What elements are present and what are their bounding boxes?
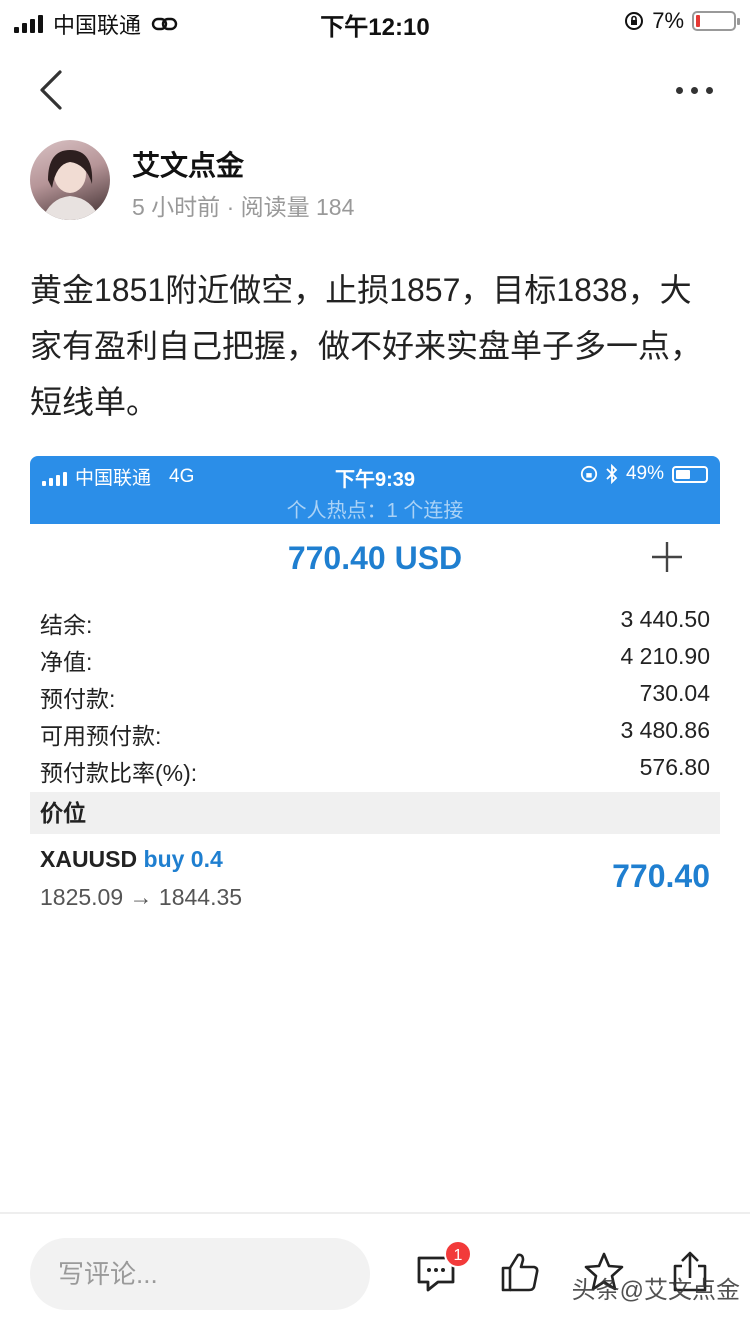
rotation-lock-icon — [580, 465, 598, 483]
equity-label: 净值: — [40, 649, 93, 675]
avatar[interactable] — [30, 140, 110, 220]
author-name[interactable]: 艾文点金 — [132, 144, 244, 184]
margin-level-row: 预付款比率(%): 576.80 — [40, 754, 710, 788]
equity-value: 4 210.90 — [620, 643, 710, 669]
post-body: 黄金1851附近做空，止损1857，目标1838，大家有盈利自己把握，做不好来实… — [30, 272, 703, 420]
plus-icon — [652, 542, 682, 572]
embedded-screenshot: 中国联通 4G 下午9:39 49% 个人热点：1 个连接 770.40 USD… — [30, 456, 720, 916]
watermark: 头条@艾文点金 — [571, 1277, 740, 1304]
position-direction: buy 0.4 — [143, 846, 223, 872]
like-icon[interactable] — [498, 1250, 542, 1294]
position-prices: 1825.09 → 1844.35 — [40, 884, 243, 910]
positions-section-header: 价位 — [30, 792, 720, 834]
divider — [0, 1212, 750, 1214]
battery-icon — [692, 11, 740, 31]
position-symbol: XAUUSD buy 0.4 — [40, 846, 223, 873]
status-bar: 中国联通 下午12:10 7% — [0, 0, 750, 41]
equity-row: 净值: 4 210.90 — [40, 643, 710, 677]
position-profit: 770.40 — [612, 858, 710, 894]
post-meta: 5 小时前 · 阅读量 184 — [132, 194, 355, 220]
screenshot-status-bar: 中国联通 4G 下午9:39 49% 个人热点：1 个连接 — [30, 456, 720, 524]
hotspot-banner: 个人热点：1 个连接 — [286, 500, 464, 522]
comment-count-badge: 1 — [444, 1240, 472, 1268]
balance-row: 结余: 3 440.50 — [40, 606, 710, 640]
margin-label: 预付款: — [40, 686, 116, 712]
margin-value: 730.04 — [639, 680, 710, 706]
rotation-lock-icon — [625, 12, 644, 30]
symbol-label: XAUUSD — [40, 846, 138, 872]
more-icon[interactable] — [676, 80, 722, 100]
bluetooth-icon — [606, 464, 618, 484]
free-margin-label: 可用预付款: — [40, 723, 162, 749]
free-margin-value: 3 480.86 — [620, 717, 710, 743]
margin-level-label: 预付款比率(%): — [40, 760, 198, 786]
back-icon[interactable] — [34, 68, 74, 112]
balance-label: 结余: — [40, 612, 93, 638]
battery-percent: 7% — [652, 8, 684, 33]
comment-input[interactable] — [30, 1238, 370, 1310]
margin-level-value: 576.80 — [639, 754, 710, 780]
total-profit: 770.40 USD — [287, 540, 463, 576]
screenshot-battery-percent: 49% — [625, 463, 664, 484]
margin-row: 预付款: 730.04 — [40, 680, 710, 714]
battery-icon — [672, 465, 708, 483]
free-margin-row: 可用预付款: 3 480.86 — [40, 717, 710, 751]
balance-value: 3 440.50 — [620, 606, 710, 632]
